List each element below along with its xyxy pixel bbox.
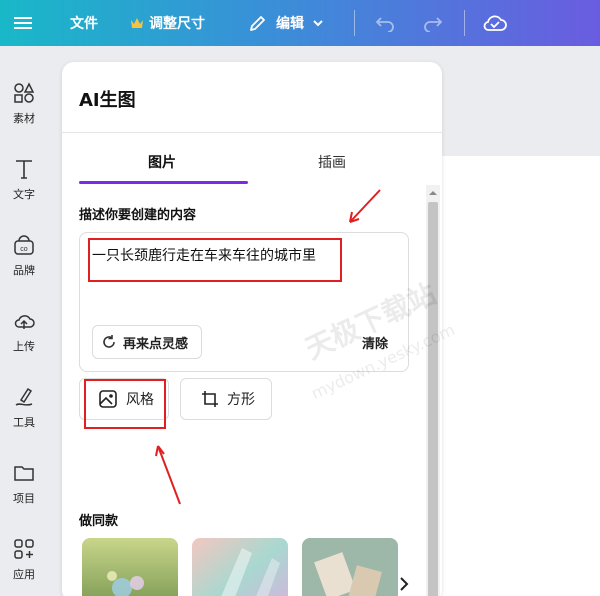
rail-label: 素材 (13, 112, 35, 125)
tab-image[interactable]: 图片 (148, 152, 176, 172)
aspect-button[interactable]: 方形 (180, 378, 272, 420)
undo-button[interactable] (374, 0, 396, 46)
file-menu-button[interactable]: 文件 (70, 0, 98, 46)
file-menu-label: 文件 (70, 16, 98, 32)
rail-item-text[interactable]: 文字 (0, 158, 48, 218)
rail-label: 品牌 (13, 264, 35, 277)
edit-label: 编辑 (276, 16, 304, 32)
example-thumbnail[interactable] (302, 538, 398, 596)
example-thumbnail[interactable] (192, 538, 288, 596)
redo-icon (424, 17, 443, 32)
same-style-label: 做同款 (79, 514, 119, 529)
tab-illustration[interactable]: 插画 (318, 152, 346, 172)
rail-label: 上传 (13, 340, 35, 353)
upload-icon (14, 315, 35, 329)
resize-button[interactable]: 调整尺寸 (130, 0, 205, 46)
resize-label: 调整尺寸 (149, 16, 205, 32)
draw-icon (15, 387, 33, 406)
svg-text:co: co (20, 246, 28, 253)
rail-label: 工具 (13, 416, 35, 429)
left-rail: 素材 文字 co 品牌 上传 工具 项目 应用 (0, 46, 48, 596)
brand-icon: co (14, 235, 34, 255)
inspire-button[interactable]: 再来点灵感 (92, 325, 202, 359)
menu-icon[interactable] (14, 0, 34, 46)
active-tab-indicator (79, 181, 248, 184)
chevron-right-icon[interactable] (398, 576, 410, 592)
folder-icon (14, 466, 34, 481)
crown-icon (131, 18, 143, 28)
inspire-label: 再来点灵感 (123, 336, 189, 352)
rail-label: 项目 (13, 492, 35, 505)
rail-item-brand[interactable]: co 品牌 (0, 234, 48, 294)
pencil-icon (250, 16, 265, 31)
elements-icon (14, 82, 35, 103)
rail-item-apps[interactable]: 应用 (0, 538, 48, 596)
annotation-box-style (84, 379, 166, 429)
rail-item-projects[interactable]: 项目 (0, 462, 48, 522)
scrollbar-thumb[interactable] (428, 202, 438, 596)
annotation-box-prompt (88, 238, 342, 282)
example-image (192, 538, 288, 596)
describe-label: 描述你要创建的内容 (79, 208, 197, 223)
rail-item-elements[interactable]: 素材 (0, 82, 48, 142)
example-thumbnail[interactable] (82, 538, 178, 596)
panel-divider (62, 132, 442, 133)
undo-icon (375, 17, 394, 32)
refresh-icon (103, 335, 115, 348)
toolbar-divider (464, 10, 465, 36)
aspect-label: 方形 (227, 392, 255, 408)
crop-icon (202, 391, 218, 407)
toolbar-divider (354, 10, 355, 36)
rail-label: 应用 (13, 568, 35, 581)
rail-label: 文字 (13, 188, 35, 201)
panel-title: AI生图 (79, 90, 136, 111)
top-bar: 文件 调整尺寸 编辑 (0, 0, 600, 46)
text-icon (16, 160, 32, 179)
example-image (82, 538, 178, 596)
redo-button[interactable] (422, 0, 444, 46)
scroll-up-icon[interactable] (427, 188, 439, 198)
cloud-save-button[interactable] (482, 0, 508, 46)
rail-item-upload[interactable]: 上传 (0, 310, 48, 370)
design-canvas[interactable] (440, 156, 600, 596)
edit-menu-button[interactable]: 编辑 (248, 0, 324, 46)
chevron-down-icon (313, 20, 323, 27)
apps-icon (14, 539, 34, 559)
rail-item-tools[interactable]: 工具 (0, 386, 48, 446)
cloud-check-icon (483, 15, 507, 31)
example-image (302, 538, 398, 596)
